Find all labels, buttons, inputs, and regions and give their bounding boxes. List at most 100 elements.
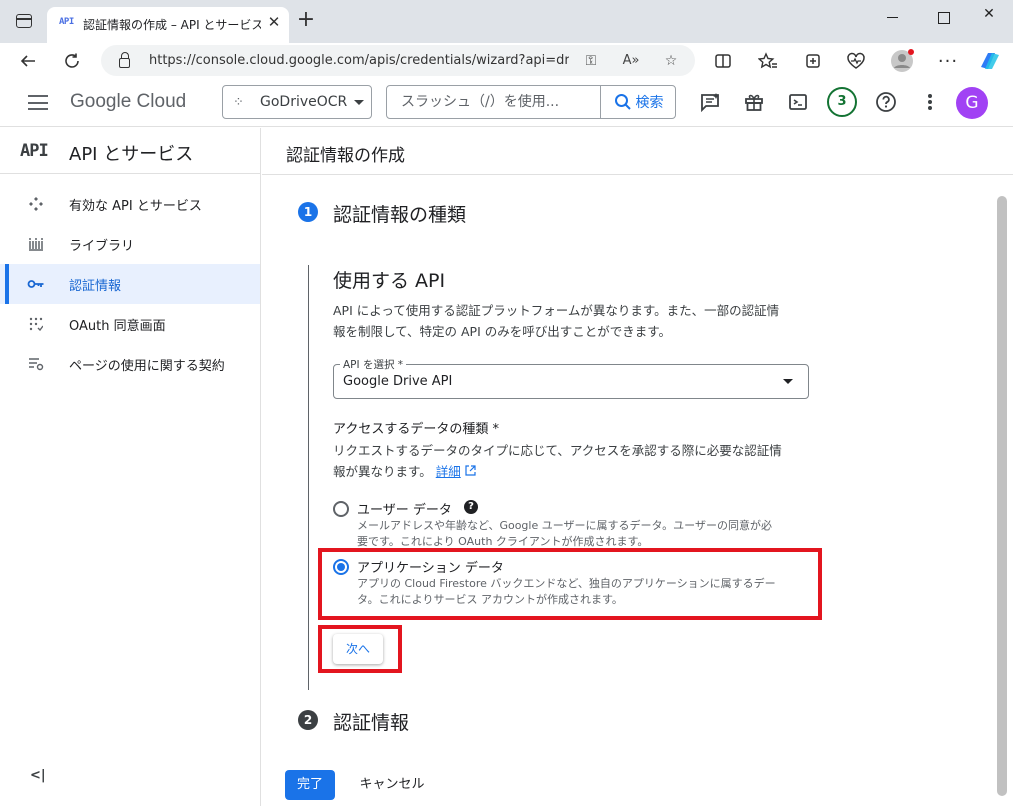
google-cloud-logo[interactable]: Google Cloud bbox=[70, 91, 186, 113]
favorites-icon[interactable] bbox=[754, 47, 782, 75]
favorite-star-icon[interactable]: ☆ bbox=[661, 51, 681, 71]
application-data-label[interactable]: アプリケーション データ bbox=[357, 557, 504, 576]
project-selector[interactable]: ⁘ GoDriveOCR bbox=[222, 85, 372, 119]
copilot-icon[interactable] bbox=[976, 47, 1004, 75]
data-type-description-text: 報が異なります。 bbox=[333, 464, 432, 479]
main-header: 認証情報の作成 bbox=[262, 128, 1013, 175]
settings-list-icon bbox=[27, 355, 45, 373]
sidebar-item-enabled-apis[interactable]: 有効な API とサービス bbox=[0, 184, 260, 224]
external-link-icon bbox=[465, 465, 476, 476]
sidebar-item-label: 有効な API とサービス bbox=[69, 199, 202, 214]
sidebar-item-label: ページの使用に関する契約 bbox=[69, 359, 225, 374]
user-data-description-line: メールアドレスや年齢など、Google ユーザーに属するデータ。ユーザーの同意が… bbox=[357, 519, 772, 532]
step-1-badge: 1 bbox=[298, 202, 318, 222]
key-icon[interactable]: ⚿ bbox=[581, 51, 601, 71]
data-type-description-line: リクエストするデータのタイプに応じて、アクセスを承認する際に必要な認証情 bbox=[333, 443, 782, 458]
back-icon[interactable] bbox=[14, 47, 42, 75]
data-type-description-line: 報が異なります。 詳細 bbox=[333, 461, 808, 482]
more-vert-icon[interactable] bbox=[917, 89, 943, 115]
search-button-label: 検索 bbox=[635, 95, 664, 111]
user-data-label[interactable]: ユーザー データ bbox=[357, 499, 452, 518]
sidebar-item-label: 認証情報 bbox=[69, 279, 122, 294]
library-icon bbox=[27, 235, 45, 253]
feedback-icon[interactable] bbox=[697, 89, 723, 115]
user-data-radio[interactable] bbox=[333, 501, 349, 517]
api-select[interactable]: API を選択 * Google Drive API bbox=[333, 357, 809, 399]
next-button[interactable]: 次へ bbox=[333, 634, 383, 664]
account-avatar[interactable]: G bbox=[956, 87, 988, 119]
sidebar: API API とサービス 有効な API とサービス ライブラリ 認証情報 O… bbox=[0, 128, 261, 806]
collapse-sidebar-icon[interactable]: <| bbox=[30, 768, 46, 783]
profile-icon[interactable] bbox=[888, 47, 916, 75]
api-select-label: API を選択 * bbox=[340, 357, 407, 372]
step-2-badge: 2 bbox=[298, 710, 318, 730]
refresh-icon[interactable] bbox=[58, 47, 86, 75]
address-bar[interactable]: https://console.cloud.google.com/apis/cr… bbox=[101, 45, 695, 76]
section-description-line: API によって使用する認証プラットフォームが異なります。また、一部の認証情 bbox=[333, 303, 780, 318]
project-name: GoDriveOCR bbox=[260, 94, 348, 110]
help-icon[interactable] bbox=[873, 89, 899, 115]
user-data-description: メールアドレスや年齢など、Google ユーザーに属するデータ。ユーザーの同意が… bbox=[357, 518, 817, 550]
page-title: 認証情報の作成 bbox=[286, 146, 405, 166]
sidebar-header: API API とサービス bbox=[0, 128, 260, 174]
read-aloud-icon[interactable]: A» bbox=[621, 51, 641, 71]
api-logo-icon: API bbox=[20, 141, 49, 161]
chevron-down-icon bbox=[354, 100, 364, 105]
sidebar-item-label: OAuth 同意画面 bbox=[69, 319, 166, 334]
main-menu-icon[interactable] bbox=[28, 95, 48, 110]
sidebar-item-library[interactable]: ライブラリ bbox=[0, 224, 260, 264]
url-text[interactable]: https://console.cloud.google.com/apis/cr… bbox=[149, 53, 569, 68]
gift-icon[interactable] bbox=[741, 89, 767, 115]
tab-actions-icon[interactable] bbox=[16, 14, 32, 28]
api-hub-icon bbox=[27, 195, 45, 213]
details-link[interactable]: 詳細 bbox=[436, 464, 461, 479]
more-menu-icon[interactable]: ··· bbox=[934, 47, 962, 75]
project-icon: ⁘ bbox=[233, 95, 244, 110]
close-window-icon[interactable]: ✕ bbox=[966, 6, 1012, 30]
key-icon bbox=[27, 275, 45, 293]
data-type-description: リクエストするデータのタイプに応じて、アクセスを承認する際に必要な認証情 報が異… bbox=[333, 440, 808, 482]
search-button[interactable]: 検索 bbox=[600, 86, 676, 118]
notifications-badge[interactable]: 3 bbox=[827, 87, 857, 117]
sidebar-item-page-usage-agreements[interactable]: ページの使用に関する契約 bbox=[0, 344, 260, 384]
help-icon[interactable]: ? bbox=[464, 500, 478, 514]
browser-essentials-icon[interactable] bbox=[842, 47, 870, 75]
application-data-radio[interactable] bbox=[333, 559, 349, 575]
scrollbar[interactable] bbox=[997, 196, 1007, 796]
application-data-description-line: タ。これによりサービス アカウントが作成されます。 bbox=[357, 593, 623, 606]
oauth-consent-icon bbox=[27, 315, 45, 333]
step-2-title: 認証情報 bbox=[333, 712, 410, 734]
search-icon bbox=[614, 94, 631, 110]
search-input[interactable] bbox=[387, 86, 599, 118]
split-screen-icon[interactable] bbox=[709, 47, 737, 75]
minimize-icon[interactable] bbox=[870, 6, 916, 30]
cancel-button[interactable]: キャンセル bbox=[352, 770, 432, 800]
chevron-down-icon bbox=[783, 379, 793, 384]
new-tab-icon[interactable]: + bbox=[295, 9, 317, 31]
api-favicon-icon: API bbox=[59, 17, 74, 27]
step-1-title: 認証情報の種類 bbox=[333, 204, 467, 226]
collections-icon[interactable] bbox=[799, 47, 827, 75]
section-title: 使用する API bbox=[333, 270, 446, 292]
sidebar-item-credentials[interactable]: 認証情報 bbox=[0, 264, 260, 304]
browser-navbar: https://console.cloud.google.com/apis/cr… bbox=[0, 43, 1013, 79]
browser-titlebar: API 認証情報の作成 – API とサービス – G ✕ + ✕ bbox=[0, 0, 1013, 43]
section-description: API によって使用する認証プラットフォームが異なります。また、一部の認証情 報… bbox=[333, 300, 808, 342]
close-tab-icon[interactable]: ✕ bbox=[265, 13, 283, 31]
gcp-header: Google Cloud ⁘ GoDriveOCR 検索 3 G bbox=[0, 79, 1013, 127]
section-description-line: 報を制限して、特定の API のみを呼び出すことができます。 bbox=[333, 324, 671, 339]
tab-title: 認証情報の作成 – API とサービス – G bbox=[83, 18, 261, 32]
maximize-icon[interactable] bbox=[920, 6, 966, 30]
application-data-description-line: アプリの Cloud Firestore バックエンドなど、独自のアプリケーショ… bbox=[357, 577, 776, 590]
browser-tab[interactable]: API 認証情報の作成 – API とサービス – G ✕ bbox=[47, 7, 289, 43]
logo-cloud: Cloud bbox=[131, 91, 187, 112]
cloud-shell-icon[interactable] bbox=[785, 89, 811, 115]
sidebar-item-oauth-consent[interactable]: OAuth 同意画面 bbox=[0, 304, 260, 344]
api-select-value: Google Drive API bbox=[343, 374, 453, 389]
lock-icon[interactable] bbox=[119, 52, 130, 68]
sidebar-item-label: ライブラリ bbox=[69, 239, 135, 254]
step-connector-line bbox=[308, 265, 309, 690]
sidebar-title: API とサービス bbox=[69, 144, 194, 165]
application-data-description: アプリの Cloud Firestore バックエンドなど、独自のアプリケーショ… bbox=[357, 576, 817, 608]
done-button[interactable]: 完了 bbox=[285, 770, 335, 800]
